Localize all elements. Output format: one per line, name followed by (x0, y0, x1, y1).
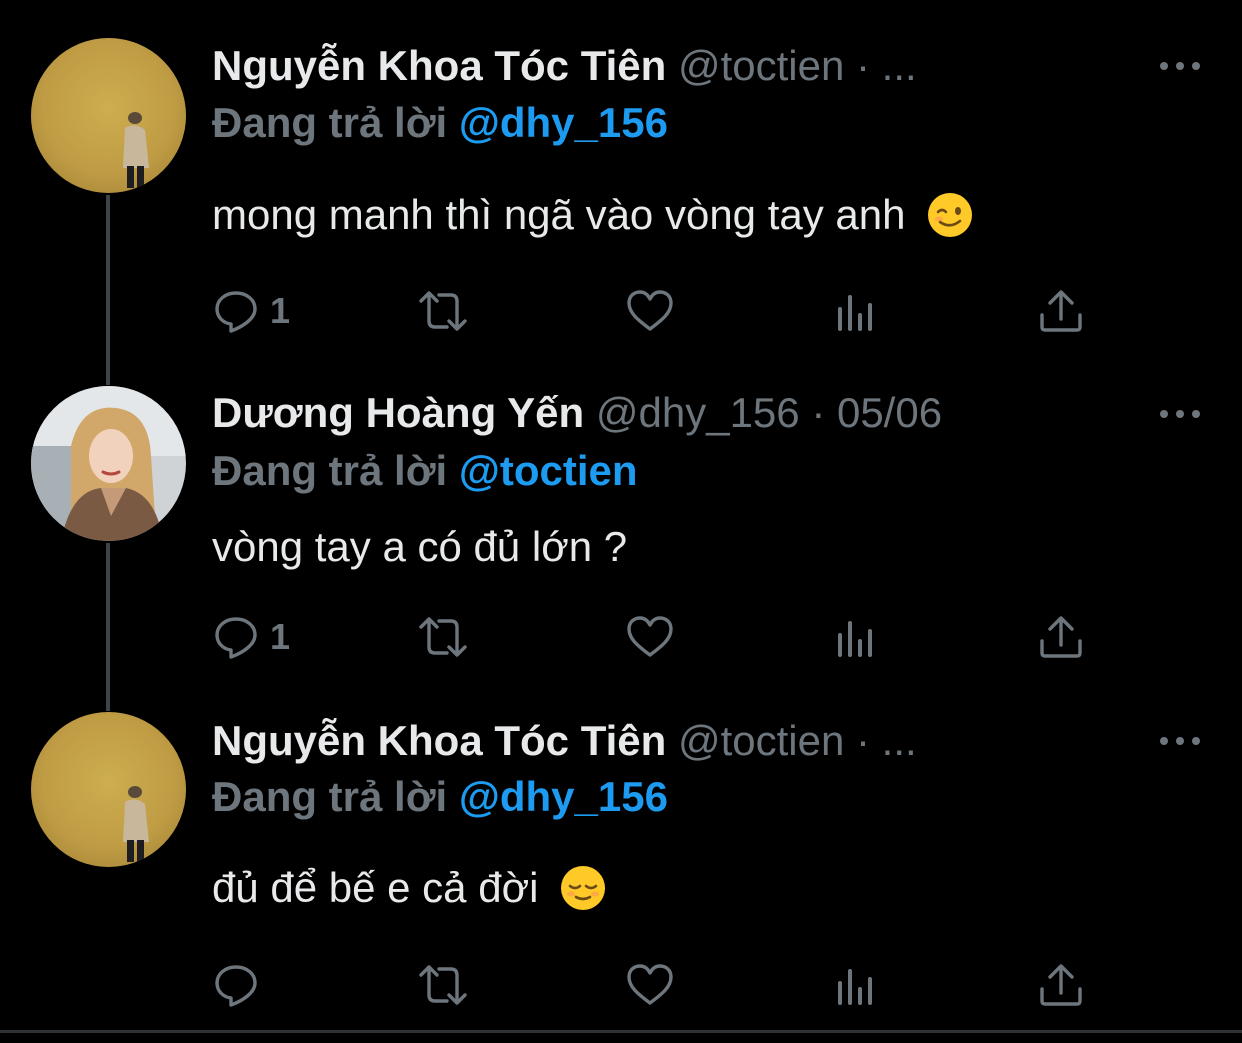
analytics-button[interactable] (834, 960, 878, 1010)
tweet[interactable]: Nguyễn Khoa Tóc Tiên @toctien · ... Đang… (0, 0, 1242, 1030)
divider (0, 1030, 1242, 1033)
replying-to: Đang trả lời @dhy_156 (212, 771, 668, 823)
reply-icon (215, 965, 257, 1007)
analytics-icon (838, 969, 872, 1005)
author-handle-meta[interactable]: @toctien · ... (678, 717, 917, 764)
reply-prefix: Đang trả lời (212, 773, 448, 820)
share-icon (1040, 964, 1082, 1006)
reply-handle-link[interactable]: @dhy_156 (459, 773, 668, 820)
avatar[interactable] (31, 712, 186, 867)
relieved-face-emoji-icon (561, 865, 606, 910)
share-button[interactable] (1037, 960, 1085, 1010)
retweet-icon (419, 965, 467, 1005)
like-button[interactable] (625, 960, 675, 1010)
reply-button[interactable] (212, 960, 270, 1010)
tweet-text: đủ để bế e cả đời (212, 862, 606, 914)
retweet-button[interactable] (415, 960, 471, 1010)
author-name[interactable]: Nguyễn Khoa Tóc Tiên (212, 717, 666, 764)
like-icon (627, 964, 673, 1005)
more-options-icon[interactable] (1160, 735, 1200, 747)
tweet-text-content: đủ để bế e cả đời (212, 864, 539, 911)
tweet-header: Nguyễn Khoa Tóc Tiên @toctien · ... (212, 715, 917, 767)
tweet-actions (212, 960, 1112, 1010)
